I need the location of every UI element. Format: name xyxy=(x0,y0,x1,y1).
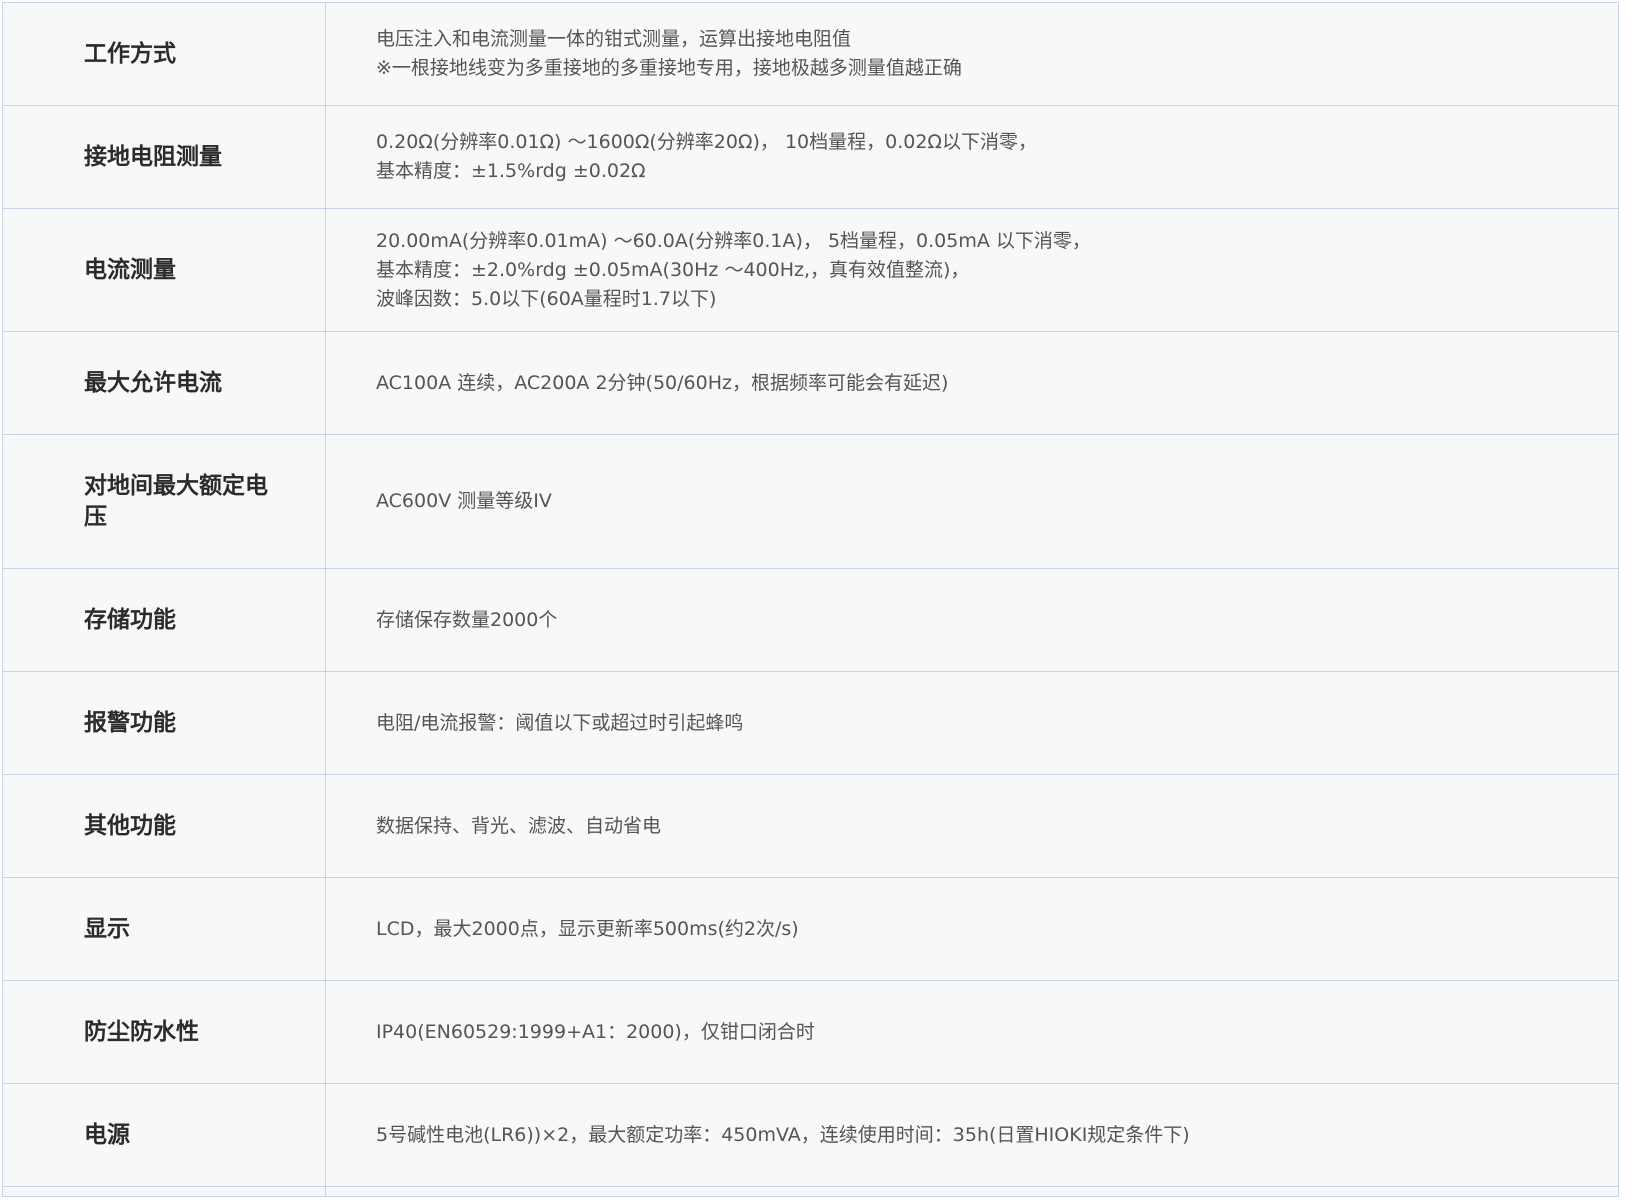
spec-row-power: 电源 5号碱性电池(LR6))×2，最大额定功率：450mVA，连续使用时间：3… xyxy=(2,1083,1619,1187)
spec-value-line: 电阻/电流报警：阈值以下或超过时引起蜂鸣 xyxy=(376,711,744,734)
spec-value-line: 20.00mA(分辨率0.01mA) ～60.0A(分辨率0.1A)， 5档量程… xyxy=(376,229,1091,252)
spec-label: 最大允许电流 xyxy=(2,331,326,435)
spec-row-ground-resistance: 接地电阻测量 0.20Ω(分辨率0.01Ω) ～1600Ω(分辨率20Ω)， 1… xyxy=(2,105,1619,209)
spec-value: 数据保持、背光、滤波、自动省电 xyxy=(325,774,1619,878)
spec-row-current-measurement: 电流测量 20.00mA(分辨率0.01mA) ～60.0A(分辨率0.1A)，… xyxy=(2,208,1619,332)
spec-label: 存储功能 xyxy=(2,568,326,672)
spec-value-line: 电压注入和电流测量一体的钳式测量，运算出接地电阻值 xyxy=(376,28,852,50)
spec-label: 电流测量 xyxy=(2,208,326,332)
spec-row-other-functions: 其他功能 数据保持、背光、滤波、自动省电 xyxy=(2,774,1619,878)
spec-value-line: 数据保持、背光、滤波、自动省电 xyxy=(376,814,662,837)
spec-row-storage: 存储功能 存储保存数量2000个 xyxy=(2,568,1619,672)
spec-row-max-current: 最大允许电流 AC100A 连续，AC200A 2分钟(50/60Hz，根据频率… xyxy=(2,331,1619,435)
spec-label: 防尘防水性 xyxy=(2,980,326,1084)
spec-label: 工作方式 xyxy=(2,2,326,106)
spec-value: 存储保存数量2000个 xyxy=(325,568,1619,672)
spec-value-line: AC600V 测量等级IV xyxy=(376,490,552,512)
spec-value: 5号碱性电池(LR6))×2，最大额定功率：450mVA，连续使用时间：35h(… xyxy=(325,1083,1619,1187)
spec-value-empty xyxy=(325,1186,1619,1197)
spec-label: 对地间最大额定电压 xyxy=(2,434,326,569)
spec-value: AC100A 连续，AC200A 2分钟(50/60Hz，根据频率可能会有延迟) xyxy=(325,331,1619,435)
spec-label: 报警功能 xyxy=(2,671,326,775)
spec-value-line: 基本精度：±2.0%rdg ±0.05mA(30Hz ～400Hz,，真有效值整… xyxy=(376,258,970,281)
spec-value: LCD，最大2000点，显示更新率500ms(约2次/s) xyxy=(325,877,1619,981)
spec-value-line: 0.20Ω(分辨率0.01Ω) ～1600Ω(分辨率20Ω)， 10档量程，0.… xyxy=(376,131,1037,153)
spec-value-line: 5号碱性电池(LR6))×2，最大额定功率：450mVA，连续使用时间：35h(… xyxy=(376,1123,1190,1146)
spec-label: 显示 xyxy=(2,877,326,981)
spec-value-line: AC100A 连续，AC200A 2分钟(50/60Hz，根据频率可能会有延迟) xyxy=(376,371,949,394)
spec-row-partial xyxy=(2,1186,1619,1197)
spec-label: 电源 xyxy=(2,1083,326,1187)
spec-value-line: 存储保存数量2000个 xyxy=(376,608,558,631)
spec-label: 其他功能 xyxy=(2,774,326,878)
spec-value: 20.00mA(分辨率0.01mA) ～60.0A(分辨率0.1A)， 5档量程… xyxy=(325,208,1619,332)
spec-value: 0.20Ω(分辨率0.01Ω) ～1600Ω(分辨率20Ω)， 10档量程，0.… xyxy=(325,105,1619,209)
spec-label: 接地电阻测量 xyxy=(2,105,326,209)
spec-value-line: IP40(EN60529:1999+A1：2000)，仅钳口闭合时 xyxy=(376,1020,815,1043)
spec-value: 电阻/电流报警：阈值以下或超过时引起蜂鸣 xyxy=(325,671,1619,775)
spec-value-line: 基本精度：±1.5%rdg ±0.02Ω xyxy=(376,160,646,182)
spec-table: 工作方式 电压注入和电流测量一体的钳式测量，运算出接地电阻值 ※一根接地线变为多… xyxy=(2,2,1619,1197)
spec-value-line: LCD，最大2000点，显示更新率500ms(约2次/s) xyxy=(376,917,799,940)
spec-value: IP40(EN60529:1999+A1：2000)，仅钳口闭合时 xyxy=(325,980,1619,1084)
spec-row-max-voltage: 对地间最大额定电压 AC600V 测量等级IV xyxy=(2,434,1619,569)
spec-row-working-method: 工作方式 电压注入和电流测量一体的钳式测量，运算出接地电阻值 ※一根接地线变为多… xyxy=(2,2,1619,106)
spec-value: 电压注入和电流测量一体的钳式测量，运算出接地电阻值 ※一根接地线变为多重接地的多… xyxy=(325,2,1619,106)
spec-row-alarm: 报警功能 电阻/电流报警：阈值以下或超过时引起蜂鸣 xyxy=(2,671,1619,775)
spec-value-line: 波峰因数：5.0以下(60A量程时1.7以下) xyxy=(376,287,717,310)
spec-label-empty xyxy=(2,1186,326,1197)
spec-row-dust-water: 防尘防水性 IP40(EN60529:1999+A1：2000)，仅钳口闭合时 xyxy=(2,980,1619,1084)
spec-value-line: ※一根接地线变为多重接地的多重接地专用，接地极越多测量值越正确 xyxy=(376,57,962,79)
spec-row-display: 显示 LCD，最大2000点，显示更新率500ms(约2次/s) xyxy=(2,877,1619,981)
spec-value: AC600V 测量等级IV xyxy=(325,434,1619,569)
